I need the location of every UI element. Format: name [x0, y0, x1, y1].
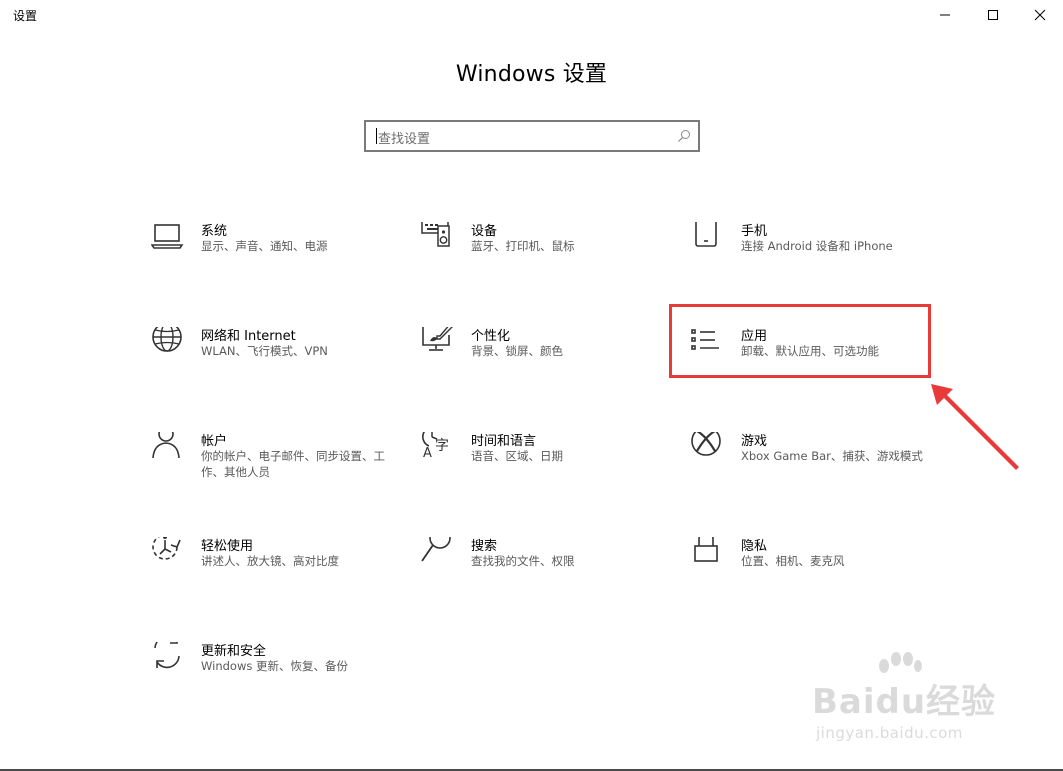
tile-name: 设备 — [471, 224, 498, 239]
tile-personalization[interactable]: 个性化 背景、锁屏、颜色 — [421, 327, 681, 387]
window-title: 设置 — [13, 9, 38, 23]
tile-system[interactable]: 系统 显示、声音、通知、电源 — [151, 222, 411, 282]
minimize-button[interactable] — [922, 0, 968, 30]
tile-time-language[interactable]: A字 时间和语言 语音、区域、日期 — [421, 432, 681, 492]
search-icon — [678, 130, 690, 142]
maximize-icon — [988, 10, 998, 20]
tile-name: 帐户 — [201, 434, 228, 449]
tile-name: 游戏 — [741, 434, 768, 449]
ease-of-access-icon — [151, 537, 185, 571]
laptop-icon — [151, 222, 185, 256]
tile-name: 时间和语言 — [471, 434, 537, 449]
tile-accounts[interactable]: 帐户 你的帐户、电子邮件、同步设置、工作、其他人员 — [151, 432, 411, 492]
tile-name: 轻松使用 — [201, 539, 254, 554]
keyboard-speaker-icon — [421, 222, 455, 256]
tile-name: 隐私 — [741, 539, 768, 554]
tile-update-security[interactable]: 更新和安全 Windows 更新、恢复、备份 — [151, 642, 411, 702]
text-caret — [376, 128, 377, 144]
tile-description: 语音、区域、日期 — [471, 449, 563, 463]
svg-text:字: 字 — [435, 438, 449, 454]
highlight-box — [669, 304, 931, 378]
watermark-logo: Baidu经验 — [812, 682, 997, 722]
tile-network[interactable]: 网络和 Internet WLAN、飞行模式、VPN — [151, 327, 411, 387]
tile-description: 显示、声音、通知、电源 — [201, 239, 328, 253]
maximize-button[interactable] — [970, 0, 1016, 30]
tile-description: 位置、相机、麦克风 — [741, 554, 845, 568]
paint-monitor-icon — [421, 327, 455, 361]
tile-name: 手机 — [741, 224, 768, 239]
title-bar: 设置 — [0, 0, 1063, 30]
tile-devices[interactable]: 设备 蓝牙、打印机、鼠标 — [421, 222, 681, 282]
tile-description: Xbox Game Bar、捕获、游戏模式 — [741, 449, 923, 463]
tile-description: WLAN、飞行模式、VPN — [201, 344, 328, 358]
phone-icon — [691, 222, 725, 256]
xbox-icon — [691, 432, 725, 466]
tile-name: 系统 — [201, 224, 228, 239]
svg-text:A: A — [423, 446, 432, 461]
tile-name: 更新和安全 — [201, 644, 267, 659]
page-title: Windows 设置 — [455, 62, 608, 87]
magnifier-icon — [421, 537, 455, 571]
search-input[interactable]: 查找设置 — [364, 120, 700, 152]
minimize-icon — [940, 14, 950, 16]
tile-name: 个性化 — [471, 329, 511, 344]
close-button[interactable] — [1017, 0, 1063, 30]
tile-privacy[interactable]: 隐私 位置、相机、麦克风 — [691, 537, 951, 597]
close-icon — [1034, 9, 1046, 21]
annotation-arrow-icon — [931, 384, 1019, 470]
lock-icon — [691, 537, 725, 571]
tile-description: 讲述人、放大镜、高对比度 — [201, 554, 339, 568]
sync-icon — [151, 642, 185, 676]
tile-gaming[interactable]: 游戏 Xbox Game Bar、捕获、游戏模式 — [691, 432, 951, 492]
tile-description: 背景、锁屏、颜色 — [471, 344, 563, 358]
tile-name: 搜索 — [471, 539, 498, 554]
tile-description: 连接 Android 设备和 iPhone — [741, 239, 893, 253]
globe-icon — [151, 327, 185, 361]
tile-description: Windows 更新、恢复、备份 — [201, 659, 348, 673]
tile-description: 蓝牙、打印机、鼠标 — [471, 239, 575, 253]
watermark-url: jingyan.baidu.com — [816, 724, 963, 742]
tile-phone[interactable]: 手机 连接 Android 设备和 iPhone — [691, 222, 951, 282]
tile-name: 网络和 Internet — [201, 329, 296, 344]
tile-ease-of-access[interactable]: 轻松使用 讲述人、放大镜、高对比度 — [151, 537, 411, 597]
person-icon — [151, 432, 185, 466]
watermark: Baidu经验 jingyan.baidu.com — [812, 652, 1012, 752]
clock-language-icon: A字 — [421, 432, 455, 466]
tile-search[interactable]: 搜索 查找我的文件、权限 — [421, 537, 681, 597]
tile-description: 你的帐户、电子邮件、同步设置、工作、其他人员 — [201, 449, 385, 479]
tile-description: 查找我的文件、权限 — [471, 554, 575, 568]
search-placeholder: 查找设置 — [378, 132, 431, 147]
